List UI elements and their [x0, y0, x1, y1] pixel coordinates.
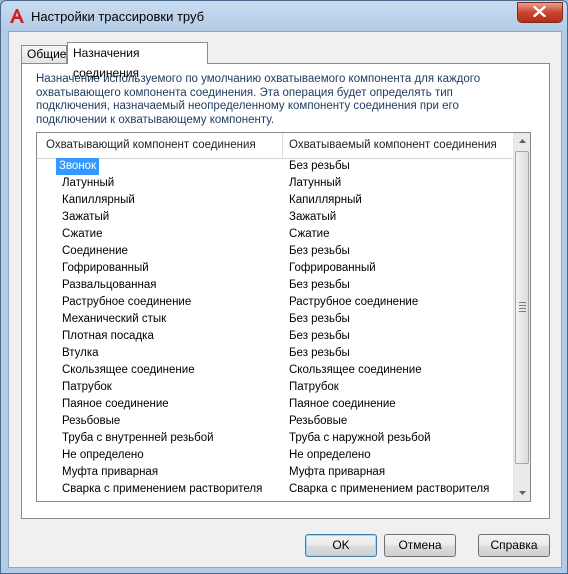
table-row[interactable]: Раструбное соединение Раструбное соединен… [37, 294, 513, 311]
cell-female-component[interactable]: Капиллярный [59, 192, 138, 209]
cell-female-component[interactable]: Плотная посадка [59, 328, 157, 345]
table-row[interactable]: Втулка Без резьбы [37, 345, 513, 362]
ok-button[interactable]: OK [305, 534, 377, 557]
table-row[interactable]: Муфта приварная Муфта приварная [37, 464, 513, 481]
cell-female-component[interactable]: Гофрированный [59, 260, 152, 277]
column-divider[interactable] [282, 133, 283, 158]
table-row[interactable]: Труба с внутренней резьбой Труба с наружн… [37, 430, 513, 447]
table-row[interactable]: Латунный Латунный [37, 175, 513, 192]
tab-general-label: Общие [27, 47, 67, 61]
cell-female-component[interactable]: Развальцованная [59, 277, 159, 294]
title-bar[interactable]: Настройки трассировки труб [1, 1, 567, 31]
cell-female-component[interactable]: Не определено [59, 447, 147, 464]
table-row[interactable]: Звонок Без резьбы [37, 158, 513, 175]
table-row[interactable]: Патрубок Патрубок [37, 379, 513, 396]
cell-female-component[interactable]: Звонок [56, 158, 100, 175]
cell-male-component[interactable]: Без резьбы [289, 277, 350, 294]
tab-general[interactable]: Общие [21, 45, 67, 63]
cell-female-component[interactable]: Муфта приварная [59, 464, 161, 481]
table-row[interactable]: Резьбовые Резьбовые [37, 413, 513, 430]
vertical-scrollbar[interactable] [513, 133, 530, 501]
cell-female-component[interactable]: Сжатие [59, 226, 105, 243]
table-row[interactable]: Паяное соединение Паяное соединение [37, 396, 513, 413]
grid-rows: Звонок Без резьбы Латунный Латунный Капилляр… [37, 158, 513, 498]
table-row[interactable]: Механический стык Без резьбы [37, 311, 513, 328]
arrow-up-icon [519, 139, 526, 143]
table-row[interactable]: Соединение Без резьбы [37, 243, 513, 260]
cell-female-component[interactable]: Раструбное соединение [59, 294, 194, 311]
cell-female-component[interactable]: Втулка [59, 345, 102, 362]
grip-icon [519, 302, 526, 314]
cell-female-component[interactable]: Паяное соединение [59, 396, 172, 413]
dialog-client-area: Общие Назначения соединения Назначение и… [8, 31, 562, 568]
cell-male-component[interactable]: Капиллярный [289, 192, 362, 209]
cell-male-component[interactable]: Латунный [289, 175, 341, 192]
cell-male-component[interactable]: Не определено [289, 447, 371, 464]
cell-male-component[interactable]: Зажатый [289, 209, 336, 226]
cell-female-component[interactable]: Труба с внутренней резьбой [59, 430, 217, 447]
scroll-thumb[interactable] [515, 151, 529, 464]
cell-male-component[interactable]: Муфта приварная [289, 464, 385, 481]
cell-female-component[interactable]: Резьбовые [59, 413, 123, 430]
cell-male-component[interactable]: Без резьбы [289, 243, 350, 260]
table-row[interactable]: Сжатие Сжатие [37, 226, 513, 243]
window-title: Настройки трассировки труб [31, 9, 205, 24]
tab-panel: Назначение используемого по умолчанию ох… [21, 63, 550, 519]
tab-connection-assignments[interactable]: Назначения соединения [67, 42, 208, 80]
cell-male-component[interactable]: Без резьбы [289, 158, 350, 175]
cell-male-component[interactable]: Труба с наружной резьбой [289, 430, 431, 447]
cell-male-component[interactable]: Гофрированный [289, 260, 376, 277]
cancel-button[interactable]: Отмена [384, 534, 456, 557]
help-button[interactable]: Справка [478, 534, 550, 557]
cell-female-component[interactable]: Латунный [59, 175, 117, 192]
scroll-down-button[interactable] [514, 484, 530, 501]
table-row[interactable]: Не определено Не определено [37, 447, 513, 464]
table-row[interactable]: Гофрированный Гофрированный [37, 260, 513, 277]
column-header-male[interactable]: Охватываемый компонент соединения [289, 133, 497, 158]
cell-female-component[interactable]: Механический стык [59, 311, 169, 328]
tab-connection-assignments-label: Назначения соединения [73, 46, 140, 80]
table-row[interactable]: Плотная посадка Без резьбы [37, 328, 513, 345]
cell-female-component[interactable]: Патрубок [59, 379, 115, 396]
dialog-window: Настройки трассировки труб Общие Назначе… [0, 0, 568, 574]
table-row[interactable]: Капиллярный Капиллярный [37, 192, 513, 209]
cell-male-component[interactable]: Резьбовые [289, 413, 347, 430]
cell-male-component[interactable]: Без резьбы [289, 328, 350, 345]
table-row[interactable]: Сварка с применением растворителя Сварка … [37, 481, 513, 498]
grid-header: Охватывающий компонент соединения Охваты… [37, 133, 513, 159]
column-header-female[interactable]: Охватывающий компонент соединения [46, 133, 256, 158]
table-row[interactable]: Скользящее соединение Скользящее соединен… [37, 362, 513, 379]
cell-male-component[interactable]: Скользящее соединение [289, 362, 422, 379]
cell-male-component[interactable]: Патрубок [289, 379, 339, 396]
arrow-down-icon [519, 491, 526, 495]
cell-male-component[interactable]: Раструбное соединение [289, 294, 418, 311]
cell-female-component[interactable]: Сварка с применением растворителя [59, 481, 265, 498]
cell-female-component[interactable]: Скользящее соединение [59, 362, 198, 379]
close-button[interactable] [517, 2, 563, 23]
scroll-up-button[interactable] [514, 133, 530, 150]
cell-female-component[interactable]: Соединение [59, 243, 131, 260]
cell-male-component[interactable]: Паяное соединение [289, 396, 396, 413]
close-icon [533, 6, 546, 17]
cell-male-component[interactable]: Сжатие [289, 226, 329, 243]
table-row[interactable]: Зажатый Зажатый [37, 209, 513, 226]
cell-male-component[interactable]: Без резьбы [289, 345, 350, 362]
cell-male-component[interactable]: Сварка с применением растворителя [289, 481, 489, 498]
table-row[interactable]: Развальцованная Без резьбы [37, 277, 513, 294]
assignment-grid[interactable]: Охватывающий компонент соединения Охваты… [36, 132, 531, 502]
cell-male-component[interactable]: Без резьбы [289, 311, 350, 328]
cell-female-component[interactable]: Зажатый [59, 209, 112, 226]
autocad-a-icon [9, 8, 25, 24]
